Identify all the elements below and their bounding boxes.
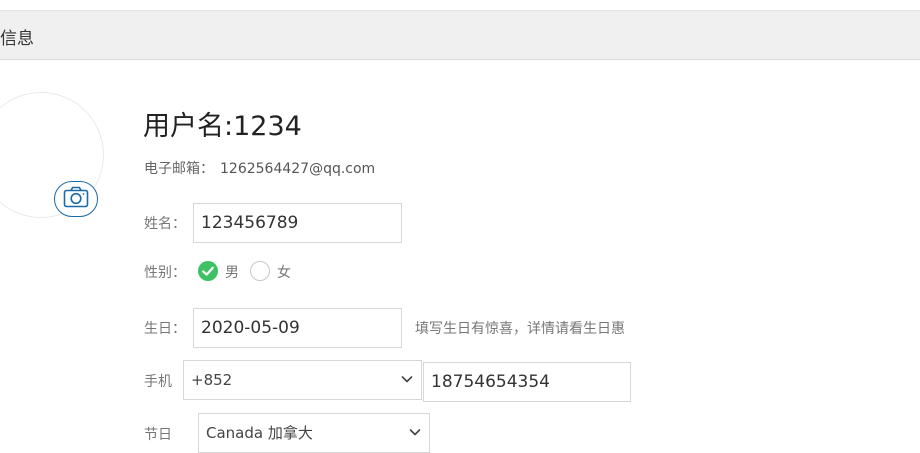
name-input[interactable]: 123456789 — [193, 203, 402, 243]
camera-icon — [63, 186, 89, 212]
email-value: 1262564427@qq.com — [220, 161, 376, 177]
chevron-down-icon — [409, 414, 421, 452]
gender-female-radio[interactable] — [250, 261, 270, 281]
region-select[interactable]: Canada 加拿大 — [198, 413, 430, 453]
email-label: 电子邮箱： — [144, 161, 214, 177]
gender-male-label[interactable]: 男 — [225, 262, 239, 282]
page-header: 信息 — [0, 10, 920, 60]
check-icon — [198, 261, 218, 285]
birthday-input[interactable]: 2020-05-09 — [193, 308, 402, 348]
gender-label: 性别： — [144, 265, 186, 281]
birthday-label: 生日： — [144, 321, 186, 337]
gender-female-label[interactable]: 女 — [277, 262, 291, 282]
upload-avatar-button[interactable] — [54, 181, 98, 217]
phone-number-input[interactable]: 18754654354 — [423, 362, 631, 402]
username: 用户名:1234 — [143, 111, 302, 142]
page-title: 信息 — [0, 29, 34, 49]
email-line: 电子邮箱： 1262564427@qq.com — [144, 158, 375, 178]
birthday-hint: 填写生日有惊喜，详情请看生日惠 — [415, 321, 625, 337]
chevron-down-icon — [401, 361, 413, 399]
phone-label: 手机 — [144, 374, 172, 390]
phone-country-code: +852 — [191, 371, 233, 389]
region-value: Canada 加拿大 — [206, 424, 313, 442]
region-label: 节日 — [144, 427, 172, 443]
name-label: 姓名： — [144, 216, 186, 232]
phone-country-select[interactable]: +852 — [183, 360, 422, 400]
gender-male-radio[interactable] — [198, 261, 218, 281]
